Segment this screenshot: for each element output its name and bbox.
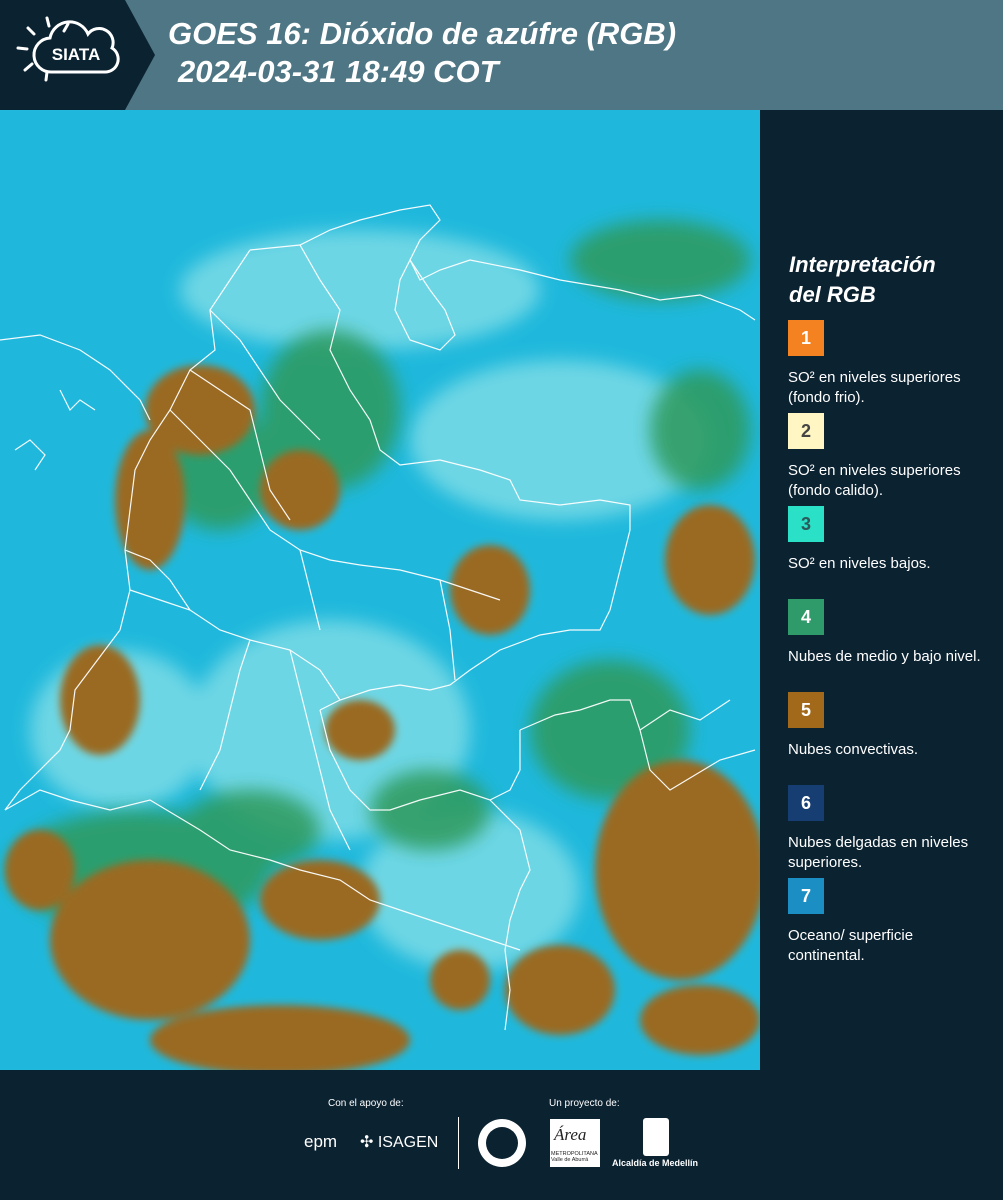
- siata-logo: SIATA: [0, 0, 155, 110]
- epm-logo: epm: [304, 1132, 338, 1151]
- satellite-map[interactable]: [0, 110, 760, 1070]
- legend-swatch-1: 1: [788, 320, 824, 356]
- title-datetime: 2024-03-31 18:49 COT: [178, 54, 499, 89]
- legend-item-7: 7 Oceano/ superficie continental.: [788, 878, 988, 966]
- medellin-seal-icon: [478, 1119, 526, 1167]
- legend-text-7: Oceano/ superficie continental.: [788, 927, 914, 964]
- isagen-icon: ✣: [360, 1134, 374, 1151]
- isagen-label: ISAGEN: [377, 1134, 439, 1151]
- legend-swatch-7: 7: [788, 878, 824, 914]
- legend-text-2: SO² en niveles superiores (fondo calido)…: [788, 462, 961, 499]
- legend-text-4: Nubes de medio y bajo nivel.: [788, 648, 981, 665]
- header-bar: SIATA GOES 16: Dióxido de azúfre (RGB) 2…: [0, 0, 1003, 110]
- footer-divider: [458, 1117, 459, 1169]
- alcaldia-label: Alcaldía de Medellín: [612, 1158, 699, 1168]
- project-label: Un proyecto de:: [549, 1098, 620, 1109]
- legend-swatch-3: 3: [788, 506, 824, 542]
- logo-text: SIATA: [52, 45, 100, 64]
- title-product: GOES 16: Dióxido de azúfre (RGB): [168, 16, 677, 51]
- legend-swatch-5: 5: [788, 692, 824, 728]
- legend-swatch-6: 6: [788, 785, 824, 821]
- legend-title-line1: Interpretación: [789, 252, 936, 277]
- support-label: Con el apoyo de:: [328, 1098, 404, 1109]
- footer: Con el apoyo de: Un proyecto de: epm ✣ I…: [0, 1070, 1003, 1200]
- legend-item-6: 6 Nubes delgadas en niveles superiores.: [788, 785, 988, 873]
- area-title: Área: [554, 1125, 587, 1144]
- isagen-logo: ✣ ISAGEN: [360, 1132, 438, 1152]
- legend-title: Interpretación del RGB: [789, 250, 989, 310]
- legend-item-5: 5 Nubes convectivas.: [788, 692, 988, 760]
- area-subtitle: METROPOLITANA Valle de Aburrá: [551, 1151, 598, 1163]
- legend-item-2: 2 SO² en niveles superiores (fondo calido…: [788, 413, 988, 501]
- area-metropolitana-logo: Área METROPOLITANA Valle de Aburrá: [550, 1119, 600, 1167]
- legend-item-4: 4 Nubes de medio y bajo nivel.: [788, 599, 988, 667]
- legend-swatch-2: 2: [788, 413, 824, 449]
- legend-item-1: 1 SO² en niveles superiores (fondo frio).: [788, 320, 988, 408]
- area-sub-line2: Valle de Aburrá: [551, 1157, 589, 1163]
- legend-text-3: SO² en niveles bajos.: [788, 555, 931, 572]
- legend-text-1: SO² en niveles superiores (fondo frio).: [788, 369, 961, 406]
- legend-panel: Interpretación del RGB 1 SO² en niveles s…: [760, 110, 1003, 1070]
- legend-text-5: Nubes convectivas.: [788, 741, 919, 758]
- legend-swatch-4: 4: [788, 599, 824, 635]
- legend-text-6: Nubes delgadas en niveles superiores.: [788, 834, 969, 871]
- legend-item-3: 3 SO² en niveles bajos.: [788, 506, 988, 574]
- alcaldia-emblem-icon: [643, 1118, 669, 1156]
- legend-title-line2: del RGB: [789, 282, 876, 307]
